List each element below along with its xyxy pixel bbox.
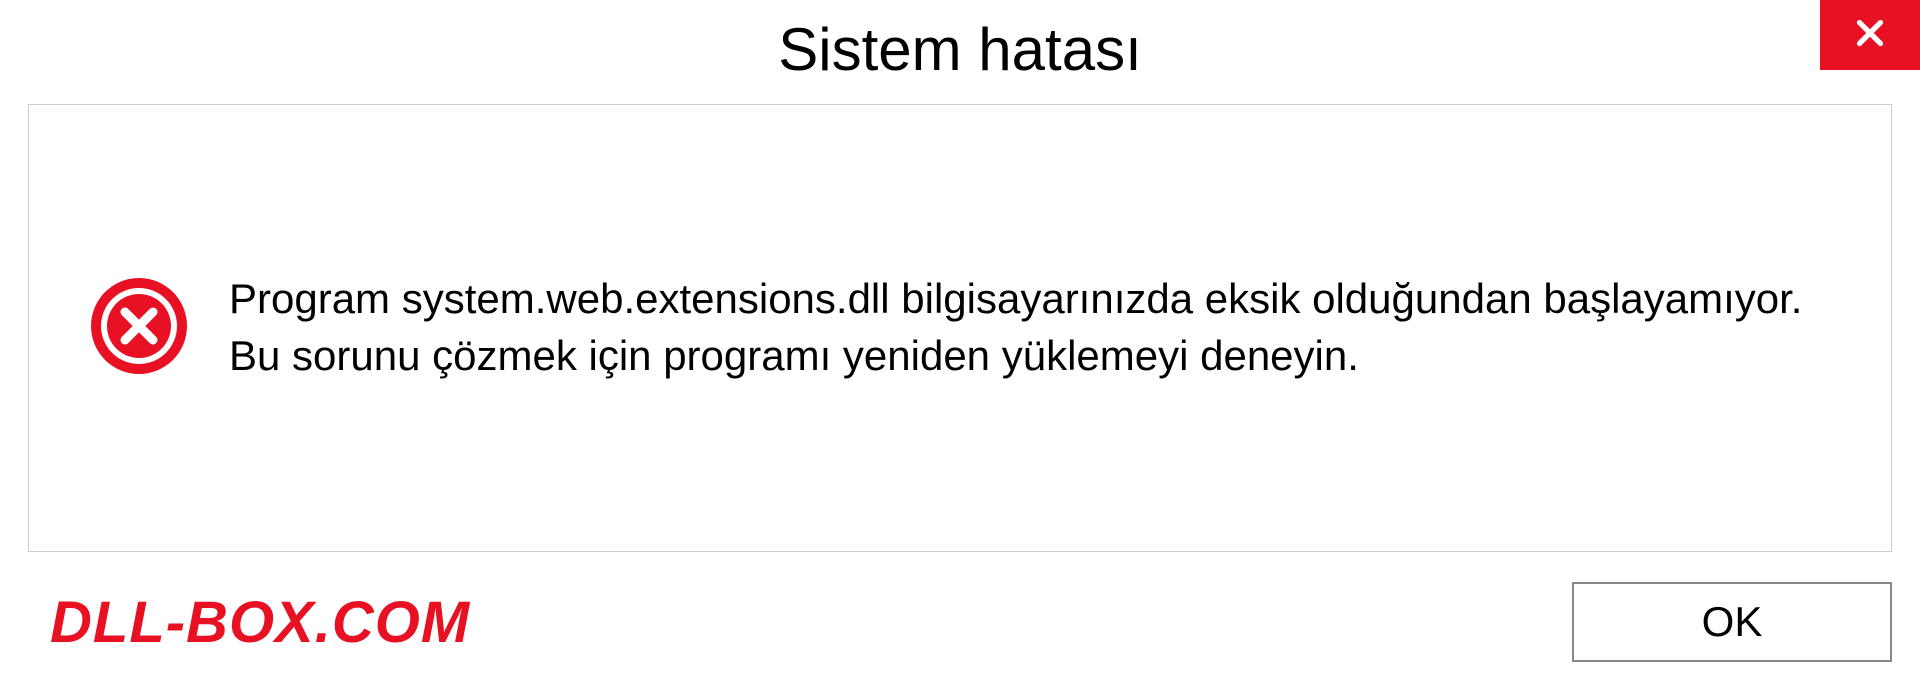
ok-button[interactable]: OK bbox=[1572, 582, 1892, 662]
dialog-footer: DLL-BOX.COM OK bbox=[0, 552, 1920, 692]
error-icon bbox=[89, 276, 189, 381]
error-dialog: Sistem hatası Program system.web.extensi… bbox=[0, 0, 1920, 692]
error-message: Program system.web.extensions.dll bilgis… bbox=[229, 271, 1831, 384]
dialog-title: Sistem hatası bbox=[778, 15, 1142, 84]
close-button[interactable] bbox=[1820, 0, 1920, 70]
watermark-text: DLL-BOX.COM bbox=[50, 589, 470, 656]
close-icon bbox=[1852, 15, 1888, 56]
content-panel: Program system.web.extensions.dll bilgis… bbox=[28, 104, 1892, 552]
titlebar: Sistem hatası bbox=[0, 0, 1920, 104]
